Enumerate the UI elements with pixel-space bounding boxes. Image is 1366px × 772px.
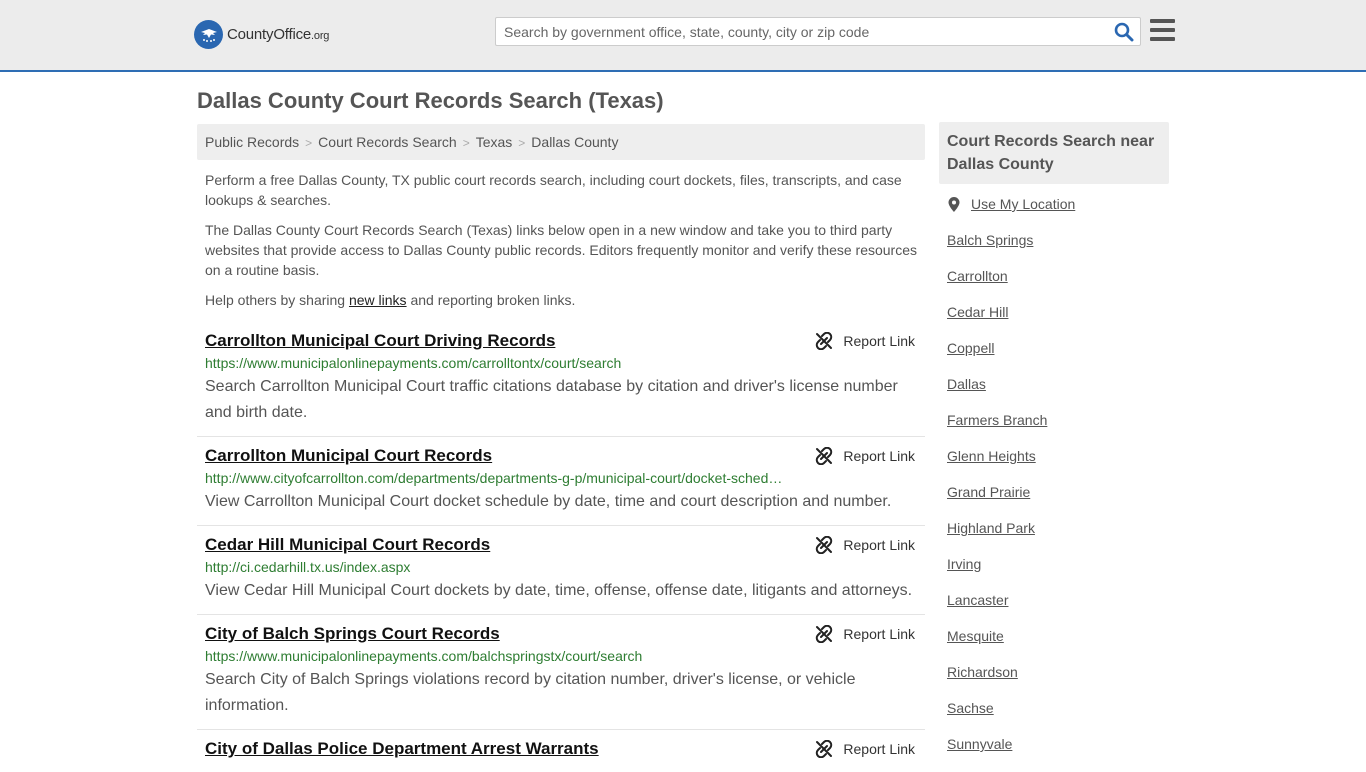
- result-title-link[interactable]: Cedar Hill Municipal Court Records: [205, 534, 490, 556]
- search-icon[interactable]: [1114, 22, 1134, 42]
- sidebar: Court Records Search near Dallas County …: [939, 122, 1169, 772]
- result-description: Search Carrollton Municipal Court traffi…: [205, 378, 898, 421]
- breadcrumb-texas[interactable]: Texas: [476, 134, 513, 150]
- result-item: Carrollton Municipal Court Driving Recor…: [197, 322, 925, 437]
- intro-paragraph-2: The Dallas County Court Records Search (…: [205, 222, 918, 278]
- sidebar-item-lancaster: Lancaster: [947, 592, 1169, 628]
- result-title-link[interactable]: City of Balch Springs Court Records: [205, 623, 500, 645]
- sidebar-item-glenn-heights: Glenn Heights: [947, 448, 1169, 484]
- page-title: Dallas County Court Records Search (Texa…: [197, 88, 664, 113]
- result-url[interactable]: https://www.municipalonlinepayments.com/…: [205, 354, 785, 372]
- result-title-link[interactable]: Carrollton Municipal Court Records: [205, 445, 492, 467]
- sidebar-item-coppell: Coppell: [947, 340, 1169, 376]
- place-link[interactable]: Sachse: [947, 700, 994, 716]
- breadcrumb-separator: >: [462, 136, 470, 150]
- place-link[interactable]: Sunnyvale: [947, 736, 1012, 752]
- result-url[interactable]: https://www.municipalonlinepayments.com/…: [205, 647, 785, 665]
- sidebar-heading: Court Records Search near Dallas County: [939, 122, 1169, 184]
- broken-link-icon: [816, 536, 833, 554]
- top-header: CountyOffice.org: [0, 0, 1366, 72]
- broken-link-icon: [816, 740, 833, 758]
- sidebar-item-cedar-hill: Cedar Hill: [947, 304, 1169, 340]
- map-pin-icon: [948, 197, 960, 212]
- report-link-button[interactable]: Report Link: [815, 536, 915, 554]
- place-link[interactable]: Glenn Heights: [947, 448, 1036, 464]
- results-list: Carrollton Municipal Court Driving Recor…: [197, 322, 925, 770]
- result-url[interactable]: http://ci.cedarhill.tx.us/index.aspx: [205, 558, 785, 576]
- logo-text: CountyOffice.org: [227, 26, 330, 43]
- intro-paragraph-1: Perform a free Dallas County, TX public …: [205, 172, 902, 208]
- place-link[interactable]: Carrollton: [947, 268, 1008, 284]
- result-url[interactable]: http://www.cityofcarrollton.com/departme…: [205, 469, 785, 487]
- place-link[interactable]: Cedar Hill: [947, 304, 1008, 320]
- result-description: View Carrollton Municipal Court docket s…: [205, 493, 892, 510]
- result-title-link[interactable]: City of Dallas Police Department Arrest …: [205, 738, 599, 760]
- place-link[interactable]: Farmers Branch: [947, 412, 1047, 428]
- report-link-label: Report Link: [843, 626, 915, 642]
- sidebar-item-balch-springs: Balch Springs: [947, 232, 1169, 268]
- report-link-button[interactable]: Report Link: [815, 447, 915, 465]
- sidebar-item-sunnyvale: Sunnyvale: [947, 736, 1169, 772]
- broken-link-icon: [816, 332, 833, 350]
- result-item: City of Dallas Police Department Arrest …: [197, 730, 925, 770]
- place-link[interactable]: Grand Prairie: [947, 484, 1030, 500]
- search-input[interactable]: [496, 18, 1106, 45]
- search-box: [495, 17, 1141, 46]
- site-logo[interactable]: CountyOffice.org: [194, 20, 329, 49]
- report-link-label: Report Link: [843, 333, 915, 349]
- report-link-button[interactable]: Report Link: [815, 332, 915, 350]
- breadcrumb-separator: >: [518, 136, 526, 150]
- report-link-button[interactable]: Report Link: [815, 625, 915, 643]
- place-link[interactable]: Irving: [947, 556, 981, 572]
- result-item: Carrollton Municipal Court Records Repor…: [197, 437, 925, 526]
- report-link-label: Report Link: [843, 537, 915, 553]
- sidebar-item-irving: Irving: [947, 556, 1169, 592]
- place-link[interactable]: Lancaster: [947, 592, 1008, 608]
- breadcrumb: Public Records > Court Records Search > Texa…: [197, 124, 925, 160]
- eagle-logo-icon: [194, 20, 223, 49]
- report-link-label: Report Link: [843, 448, 915, 464]
- sidebar-item-highland-park: Highland Park: [947, 520, 1169, 556]
- nearby-places-list: Use My Location Balch Springs Carrollton…: [939, 196, 1169, 772]
- intro-paragraph-3: Help others by sharing new links and rep…: [205, 292, 576, 308]
- breadcrumb-court-records-search[interactable]: Court Records Search: [318, 134, 457, 150]
- breadcrumb-public-records[interactable]: Public Records: [205, 134, 299, 150]
- new-links-link[interactable]: new links: [349, 292, 407, 308]
- place-link[interactable]: Richardson: [947, 664, 1018, 680]
- place-link[interactable]: Highland Park: [947, 520, 1035, 536]
- result-item: City of Balch Springs Court Records Repo…: [197, 615, 925, 730]
- use-my-location-link[interactable]: Use My Location: [971, 196, 1075, 212]
- sidebar-item-carrollton: Carrollton: [947, 268, 1169, 304]
- sidebar-item-dallas: Dallas: [947, 376, 1169, 412]
- place-link[interactable]: Coppell: [947, 340, 994, 356]
- place-link[interactable]: Dallas: [947, 376, 986, 392]
- broken-link-icon: [816, 625, 833, 643]
- sidebar-item-richardson: Richardson: [947, 664, 1169, 700]
- breadcrumb-dallas-county[interactable]: Dallas County: [531, 134, 618, 150]
- result-title-link[interactable]: Carrollton Municipal Court Driving Recor…: [205, 330, 555, 352]
- result-description: Search City of Balch Springs violations …: [205, 671, 856, 714]
- place-link[interactable]: Balch Springs: [947, 232, 1033, 248]
- sidebar-item-farmers-branch: Farmers Branch: [947, 412, 1169, 448]
- place-link[interactable]: Mesquite: [947, 628, 1004, 644]
- breadcrumb-separator: >: [305, 136, 313, 150]
- report-link-button[interactable]: Report Link: [815, 740, 915, 758]
- result-item: Cedar Hill Municipal Court Records Repor…: [197, 526, 925, 615]
- report-link-label: Report Link: [843, 741, 915, 757]
- broken-link-icon: [816, 447, 833, 465]
- sidebar-item-sachse: Sachse: [947, 700, 1169, 736]
- sidebar-item-grand-prairie: Grand Prairie: [947, 484, 1169, 520]
- hamburger-menu-icon[interactable]: [1150, 19, 1175, 41]
- result-description: View Cedar Hill Municipal Court dockets …: [205, 582, 913, 599]
- sidebar-item-mesquite: Mesquite: [947, 628, 1169, 664]
- use-location-item: Use My Location: [947, 196, 1169, 232]
